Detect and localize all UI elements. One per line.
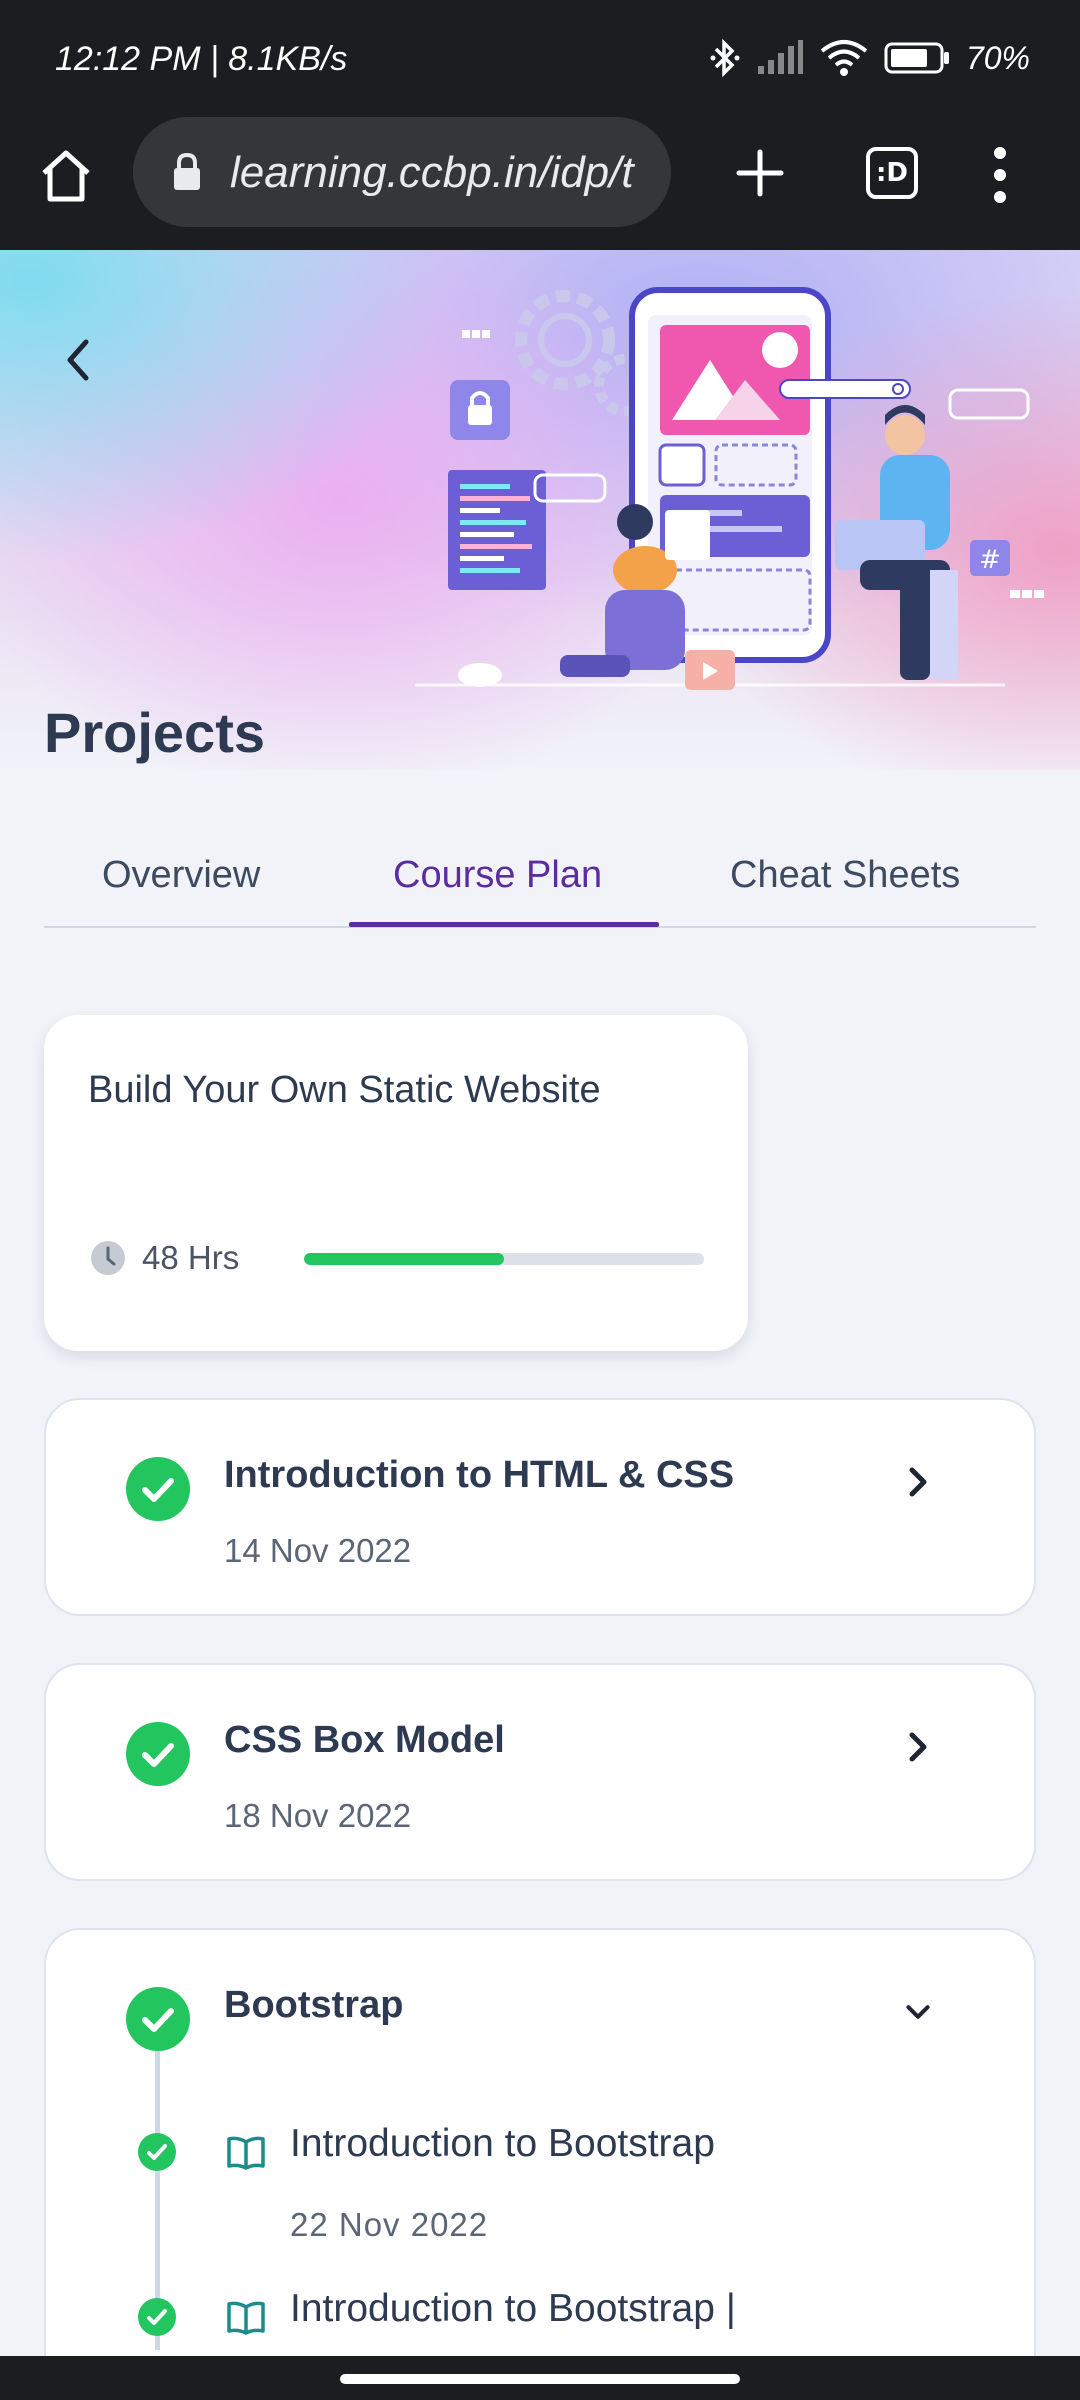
chevron-right-icon[interactable] xyxy=(902,1462,934,1502)
page-title: Projects xyxy=(44,701,265,764)
topic-card-bootstrap: Bootstrap Introduction to Bootstrap 22 N… xyxy=(44,1928,1036,2400)
home-icon[interactable] xyxy=(38,145,94,205)
progress-bar xyxy=(304,1253,704,1265)
tab-switcher-button[interactable]: :D xyxy=(866,147,918,199)
completed-check-icon xyxy=(126,1987,190,2051)
more-options-icon[interactable] xyxy=(990,145,1010,205)
lock-icon xyxy=(174,152,200,190)
book-icon xyxy=(227,2301,265,2335)
topic-title[interactable]: Bootstrap xyxy=(224,1984,403,2027)
bluetooth-icon xyxy=(710,38,740,78)
signal-icon xyxy=(757,40,803,74)
progress-fill xyxy=(304,1253,504,1265)
hero-illustration: # xyxy=(415,287,1044,690)
chevron-down-icon[interactable] xyxy=(902,1992,934,2032)
topic-title: CSS Box Model xyxy=(224,1719,505,1761)
clock-icon xyxy=(91,1241,125,1275)
battery-percent: 70% xyxy=(965,39,1030,76)
status-icons: 70% xyxy=(710,38,1030,78)
topic-card-html-css[interactable]: Introduction to HTML & CSS 14 Nov 2022 xyxy=(44,1398,1036,1616)
course-title: Build Your Own Static Website xyxy=(88,1069,601,1111)
completed-check-icon xyxy=(126,1457,190,1521)
tab-bar: Overview Course Plan Cheat Sheets xyxy=(44,840,1036,928)
back-arrow-icon[interactable] xyxy=(58,330,98,390)
course-summary-card: Build Your Own Static Website 48 Hrs xyxy=(44,1015,748,1351)
svg-text:#: # xyxy=(979,545,1001,575)
tab-overview[interactable]: Overview xyxy=(102,854,260,897)
url-text[interactable]: learning.ccbp.in/idp/t xyxy=(230,148,660,198)
completed-check-icon xyxy=(126,1722,190,1786)
wifi-icon xyxy=(820,40,868,76)
subtopic-check-icon xyxy=(138,2298,176,2336)
status-time: 12:12 PM | 8.1KB/s xyxy=(55,40,348,78)
system-nav-bar xyxy=(0,2356,1080,2400)
tab-cheat-sheets[interactable]: Cheat Sheets xyxy=(730,854,960,897)
new-tab-icon[interactable] xyxy=(735,148,785,198)
chevron-right-icon[interactable] xyxy=(902,1727,934,1767)
topic-card-css-box-model[interactable]: CSS Box Model 18 Nov 2022 xyxy=(44,1663,1036,1881)
active-tab-indicator xyxy=(349,922,659,927)
subtopic-title[interactable]: Introduction to Bootstrap xyxy=(290,2122,715,2166)
subtopic-title[interactable]: Introduction to Bootstrap | xyxy=(290,2287,736,2331)
hero-banner: # xyxy=(0,250,1080,770)
tab-course-plan[interactable]: Course Plan xyxy=(393,854,602,897)
subtopic-check-icon xyxy=(138,2133,176,2171)
book-icon xyxy=(227,2136,265,2170)
gesture-handle[interactable] xyxy=(340,2374,740,2384)
topic-date: 18 Nov 2022 xyxy=(224,1797,412,1834)
topic-date: 14 Nov 2022 xyxy=(224,1532,412,1569)
battery-icon xyxy=(884,42,949,74)
subtopic-date: 22 Nov 2022 xyxy=(290,2206,489,2243)
duration-text: 48 Hrs xyxy=(142,1239,240,1276)
status-bar: 12:12 PM | 8.1KB/s 70% xyxy=(0,0,1080,125)
topic-title: Introduction to HTML & CSS xyxy=(224,1454,735,1496)
